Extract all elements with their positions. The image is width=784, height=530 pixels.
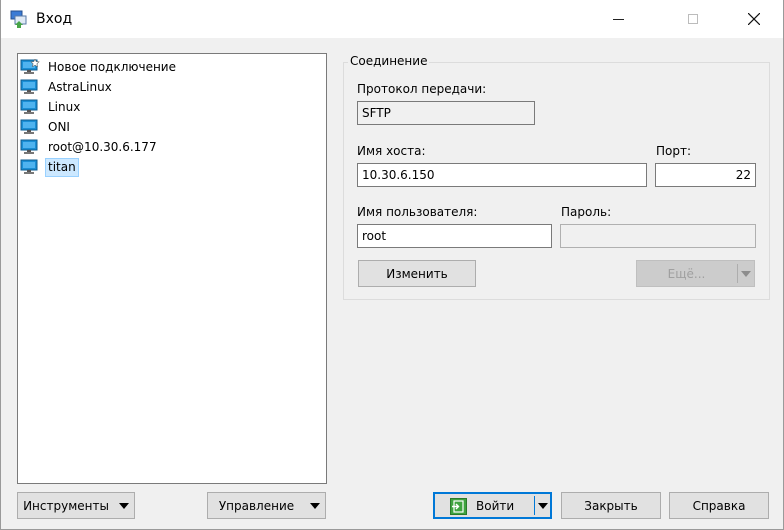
host-input[interactable]: 10.30.6.150 [357,163,647,187]
site-item-label: AstraLinux [48,79,112,94]
site-item[interactable]: ONI [20,118,73,136]
site-tree[interactable]: Новое подключение AstraLinux Linux ONI root@… [17,53,327,484]
window-title: Вход [36,11,73,27]
port-input[interactable]: 22 [655,163,756,187]
monitor-icon [20,119,38,134]
title-bar: Вход [1,0,783,38]
winscp-app-icon [10,10,27,28]
more-button-label: Ещё... [667,266,706,281]
close-button[interactable]: Закрыть [561,492,661,519]
minimize-button[interactable] [595,0,641,38]
connection-group-title: Соединение [348,54,430,68]
monitor-icon [20,159,38,174]
site-item[interactable]: root@10.30.6.177 [20,138,160,156]
site-item[interactable]: titan [20,157,79,177]
manage-dropdown-icon [310,503,320,509]
login-button[interactable]: Войти [433,492,552,519]
port-label: Порт: [656,144,692,158]
maximize-button[interactable] [670,0,716,38]
new-site-icon [20,59,40,74]
close-window-button[interactable] [731,0,777,38]
tools-button-label: Инструменты [23,498,109,513]
password-label: Пароль: [561,205,612,219]
monitor-icon [20,99,38,114]
site-item[interactable]: AstraLinux [20,78,115,96]
maximize-icon [688,14,698,24]
site-item-label: Новое подключение [48,59,176,74]
tools-dropdown-icon [119,503,129,509]
help-button[interactable]: Справка [669,492,769,519]
password-input[interactable] [560,224,756,248]
more-button[interactable]: Ещё... [636,260,755,287]
edit-button[interactable]: Изменить [358,260,476,287]
login-window: Вход Новое подключение AstraLinux Linux ONI… [0,0,784,530]
tools-button[interactable]: Инструменты [17,492,135,519]
site-item-label: titan [45,157,79,177]
minimize-icon [612,18,624,20]
edit-button-label: Изменить [386,266,448,281]
login-icon [450,498,467,515]
site-item-label: ONI [48,119,70,134]
login-dropdown-icon [538,503,548,509]
manage-button-label: Управление [218,498,295,513]
monitor-icon [20,139,38,154]
manage-button[interactable]: Управление [207,492,326,519]
protocol-field[interactable]: SFTP [357,101,535,125]
site-item-label: Linux [48,99,81,114]
protocol-label: Протокол передачи: [357,82,487,96]
site-item[interactable]: Новое подключение [20,58,179,76]
site-item-label: root@10.30.6.177 [48,139,157,154]
login-button-label: Войти [476,499,515,513]
help-button-label: Справка [692,498,746,513]
host-label: Имя хоста: [357,144,426,158]
site-item[interactable]: Linux [20,98,83,116]
more-dropdown-icon [741,271,751,277]
username-label: Имя пользователя: [357,205,478,219]
username-input[interactable]: root [357,224,552,248]
close-button-label: Закрыть [584,498,638,513]
monitor-icon [20,79,38,94]
close-icon [748,13,760,25]
